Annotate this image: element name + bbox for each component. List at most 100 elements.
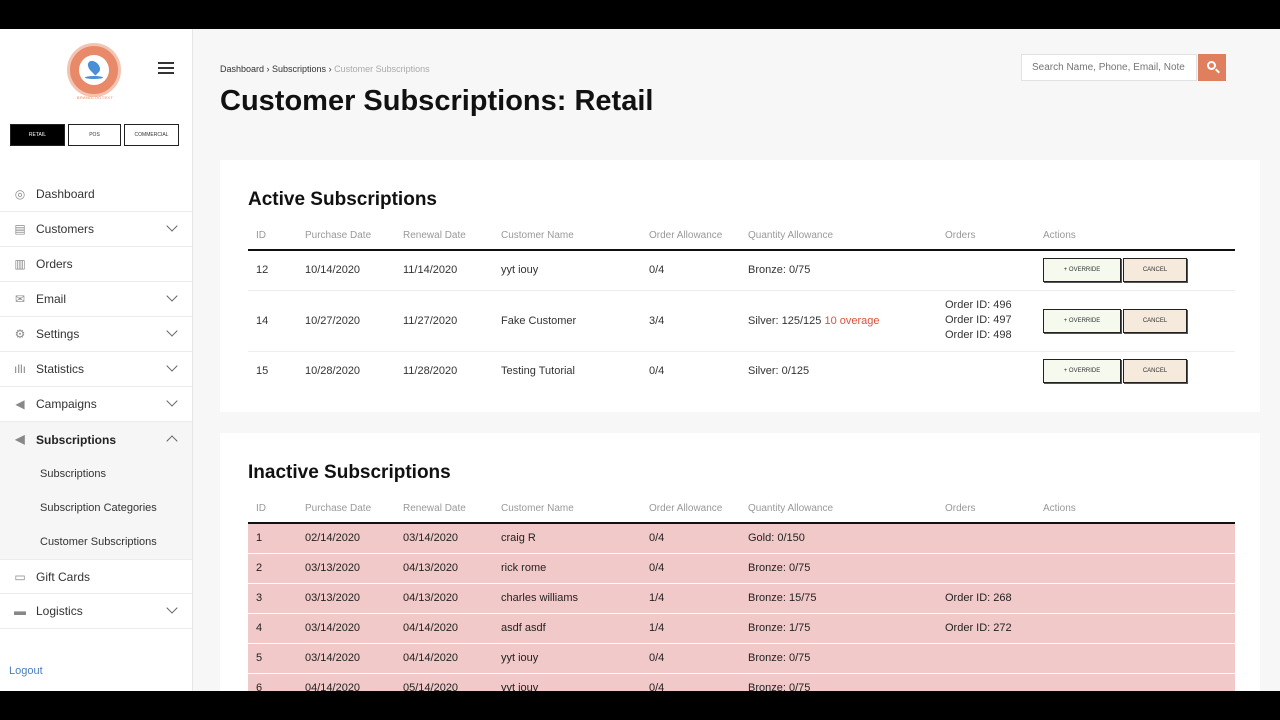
- breadcrumb-dashboard[interactable]: Dashboard: [220, 64, 264, 74]
- signal-icon: ıllı: [14, 362, 26, 376]
- envelope-icon: ✉: [14, 292, 26, 306]
- table-row: 3 03/13/2020 04/13/2020 charles williams 1/4…: [248, 583, 1235, 614]
- submenu-item-subscription-categories[interactable]: Subscription Categories: [0, 491, 192, 525]
- sidebar-item-label: Customers: [36, 222, 95, 236]
- inactive-subscriptions-table: ID Purchase Date Renewal Date Customer N…: [248, 495, 1235, 691]
- column-header: ID: [248, 222, 297, 251]
- column-header: Orders: [937, 222, 1035, 251]
- sidebar-item-label: Campaigns: [36, 397, 97, 411]
- order-link[interactable]: Order ID: 268: [937, 583, 1035, 614]
- sidebar: BRANDLOGTEXT RETAIL POS COMMERCIAL ◎ Das…: [0, 29, 193, 691]
- sidebar-item-label: Gift Cards: [36, 569, 91, 584]
- truck-icon: ▬: [14, 604, 26, 618]
- page-title: Customer Subscriptions: Retail: [220, 85, 654, 117]
- sidebar-item-dashboard[interactable]: ◎ Dashboard: [0, 177, 192, 212]
- submenu-item-customer-subscriptions[interactable]: Customer Subscriptions: [0, 525, 192, 559]
- chevron-down-icon: [166, 220, 178, 232]
- cancel-button[interactable]: CANCEL: [1123, 359, 1187, 384]
- override-button[interactable]: + OVERRIDE: [1043, 359, 1121, 384]
- chevron-down-icon: [166, 395, 178, 407]
- column-header: Order Allowance: [641, 222, 740, 251]
- sidebar-item-gift-cards[interactable]: ▭ Gift Cards: [0, 559, 192, 594]
- column-header: Quantity Allowance: [740, 495, 937, 524]
- breadcrumb: Dashboard › Subscriptions › Customer Sub…: [220, 64, 430, 74]
- megaphone-icon: ◀: [15, 432, 25, 446]
- eye-icon: ◎: [14, 187, 26, 201]
- breadcrumb-current: Customer Subscriptions: [334, 64, 430, 74]
- gear-icon: ⚙: [14, 327, 26, 341]
- override-button[interactable]: + OVERRIDE: [1043, 308, 1121, 333]
- table-row: 15 10/28/2020 11/28/2020 Testing Tutoria…: [248, 351, 1235, 391]
- override-button[interactable]: + OVERRIDE: [1043, 258, 1121, 283]
- sidebar-item-email[interactable]: ✉ Email: [0, 282, 192, 317]
- brand-logo[interactable]: [67, 43, 121, 97]
- sidebar-item-customers[interactable]: ▤ Customers: [0, 212, 192, 247]
- hamburger-menu-icon[interactable]: [158, 62, 174, 74]
- sidebar-item-label: Logistics: [36, 604, 83, 618]
- column-header: Actions: [1035, 222, 1235, 251]
- search-input[interactable]: [1021, 54, 1197, 81]
- sidebar-item-label: Dashboard: [36, 187, 95, 201]
- column-header: Actions: [1035, 495, 1235, 524]
- order-link[interactable]: Order ID: 497: [945, 313, 1035, 328]
- chevron-down-icon: [166, 602, 178, 614]
- column-header: ID: [248, 495, 297, 524]
- column-header: Renewal Date: [395, 222, 493, 251]
- column-header: Order Allowance: [641, 495, 740, 524]
- cancel-button[interactable]: CANCEL: [1123, 308, 1187, 333]
- table-row: 2 03/13/2020 04/13/2020 rick rome 0/4 Bronze:…: [248, 553, 1235, 584]
- order-link[interactable]: Order ID: 496: [945, 298, 1035, 313]
- table-row: 5 03/14/2020 04/14/2020 yyt iouy 0/4 Bronze: …: [248, 643, 1235, 674]
- chevron-down-icon: [166, 290, 178, 302]
- order-link[interactable]: Order ID: 272: [937, 613, 1035, 644]
- submenu-item-subscriptions[interactable]: Subscriptions: [0, 457, 192, 491]
- table-row: 12 10/14/2020 11/14/2020 yyt iouy 0/4 Br…: [248, 250, 1235, 291]
- breadcrumb-subscriptions[interactable]: Subscriptions: [272, 64, 326, 74]
- mode-switch: RETAIL POS COMMERCIAL: [10, 124, 179, 146]
- chevron-down-icon: [166, 325, 178, 337]
- column-header: Purchase Date: [297, 222, 395, 251]
- cancel-button[interactable]: CANCEL: [1123, 258, 1187, 283]
- sidebar-item-subscriptions[interactable]: ◀ Subscriptions: [0, 422, 192, 457]
- sidebar-item-label: Settings: [36, 327, 80, 341]
- sidebar-item-statistics[interactable]: ıllı Statistics: [0, 352, 192, 387]
- location-pin-icon: [85, 58, 103, 76]
- subscriptions-submenu: Subscriptions Subscription Categories Cu…: [0, 457, 192, 559]
- chevron-down-icon: [166, 360, 178, 372]
- column-header: Customer Name: [493, 222, 641, 251]
- gift-card-icon: ▭: [14, 570, 26, 584]
- mode-pos-button[interactable]: POS: [68, 124, 121, 146]
- column-header: Quantity Allowance: [740, 222, 937, 251]
- table-row: 6 04/14/2020 05/14/2020 yyt iouy 0/4 Bronze: …: [248, 673, 1235, 691]
- clipboard-icon: ▥: [14, 257, 26, 271]
- order-link[interactable]: Order ID: 498: [945, 328, 1035, 343]
- mode-retail-button[interactable]: RETAIL: [10, 124, 65, 146]
- sidebar-item-label: Email: [36, 292, 67, 306]
- active-subscriptions-table: ID Purchase Date Renewal Date Customer N…: [248, 222, 1235, 391]
- table-row: 14 10/27/2020 11/27/2020 Fake Customer 3…: [248, 290, 1235, 352]
- overage-label: 10 overage: [824, 314, 880, 327]
- sidebar-nav: ◎ Dashboard ▤ Customers ▥ Orders ✉ Email…: [0, 177, 192, 629]
- megaphone-icon: ◀: [15, 397, 25, 411]
- logo-text: BRANDLOGTEXT: [76, 95, 114, 100]
- sidebar-item-orders[interactable]: ▥ Orders: [0, 247, 192, 282]
- sidebar-item-label: Subscriptions: [36, 432, 117, 447]
- sidebar-item-label: Orders: [36, 257, 73, 271]
- column-header: Renewal Date: [395, 495, 493, 524]
- table-row: 1 02/14/2020 03/14/2020 craig R 0/4 Gold: 0/1…: [248, 523, 1235, 554]
- active-subscriptions-title: Active Subscriptions: [248, 189, 437, 210]
- table-row: 4 03/14/2020 04/14/2020 asdf asdf 1/4 Bronze:…: [248, 613, 1235, 644]
- search-button[interactable]: [1198, 54, 1226, 81]
- inactive-subscriptions-title: Inactive Subscriptions: [248, 462, 451, 483]
- mode-commercial-button[interactable]: COMMERCIAL: [124, 124, 179, 146]
- app-frame: BRANDLOGTEXT RETAIL POS COMMERCIAL ◎ Das…: [0, 29, 1280, 691]
- sidebar-item-logistics[interactable]: ▬ Logistics: [0, 594, 192, 629]
- sidebar-item-campaigns[interactable]: ◀ Campaigns: [0, 387, 192, 422]
- inactive-subscriptions-card: Inactive Subscriptions ID Purchase Date …: [220, 433, 1260, 691]
- logout-link[interactable]: Logout: [9, 665, 43, 677]
- column-header: Customer Name: [493, 495, 641, 524]
- active-subscriptions-card: Active Subscriptions ID Purchase Date Re…: [220, 160, 1260, 412]
- sidebar-item-settings[interactable]: ⚙ Settings: [0, 317, 192, 352]
- address-book-icon: ▤: [14, 222, 26, 236]
- column-header: Purchase Date: [297, 495, 395, 524]
